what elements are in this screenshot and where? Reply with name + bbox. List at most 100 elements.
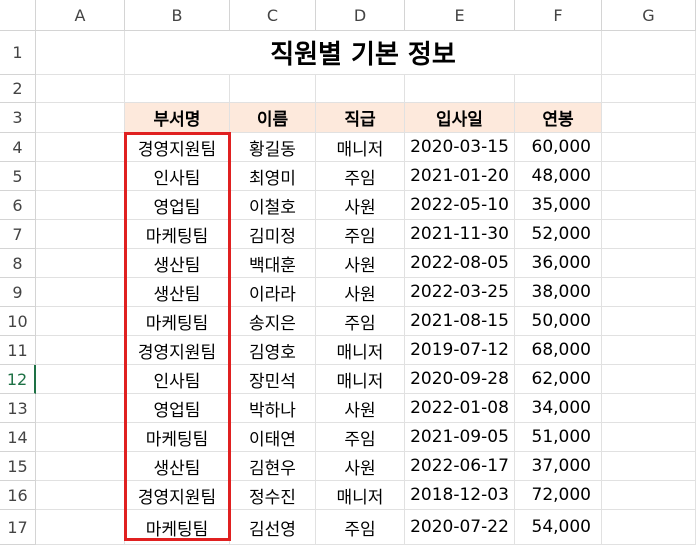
cell-g10[interactable]: [602, 307, 696, 336]
sheet-title[interactable]: 직원별 기본 정보: [125, 31, 602, 75]
table-cell[interactable]: 마케팅팀: [125, 307, 230, 336]
table-cell[interactable]: 54,000: [515, 510, 602, 545]
cell-a3[interactable]: [36, 103, 125, 133]
table-cell[interactable]: 36,000: [515, 249, 602, 278]
table-cell[interactable]: 김선영: [230, 510, 316, 545]
cell-row2-1[interactable]: [230, 75, 316, 103]
table-cell[interactable]: 2021-09-05: [405, 423, 515, 452]
table-cell[interactable]: 생산팀: [125, 249, 230, 278]
cell-a8[interactable]: [36, 249, 125, 278]
cell-row2-2[interactable]: [316, 75, 405, 103]
table-cell[interactable]: 2020-03-15: [405, 133, 515, 162]
row-header-1[interactable]: 1: [0, 31, 36, 75]
table-cell[interactable]: 마케팅팀: [125, 510, 230, 545]
table-cell[interactable]: 72,000: [515, 481, 602, 510]
cell-a17[interactable]: [36, 510, 125, 545]
row-header-8[interactable]: 8: [0, 249, 36, 278]
table-cell[interactable]: 송지은: [230, 307, 316, 336]
cell-g1[interactable]: [602, 31, 696, 75]
table-cell[interactable]: 이철호: [230, 191, 316, 220]
table-cell[interactable]: 62,000: [515, 365, 602, 394]
table-cell[interactable]: 50,000: [515, 307, 602, 336]
column-header-a[interactable]: A: [36, 0, 125, 31]
table-cell[interactable]: 매니저: [316, 336, 405, 365]
cell-g17[interactable]: [602, 510, 696, 545]
table-cell[interactable]: 2022-08-05: [405, 249, 515, 278]
table-cell[interactable]: 주임: [316, 423, 405, 452]
row-header-6[interactable]: 6: [0, 191, 36, 220]
table-cell[interactable]: 매니저: [316, 365, 405, 394]
table-cell[interactable]: 사원: [316, 452, 405, 481]
cell-g3[interactable]: [602, 103, 696, 133]
row-header-11[interactable]: 11: [0, 336, 36, 365]
table-cell[interactable]: 38,000: [515, 278, 602, 307]
cell-g6[interactable]: [602, 191, 696, 220]
cell-g4[interactable]: [602, 133, 696, 162]
table-cell[interactable]: 2021-01-20: [405, 162, 515, 191]
column-header-d[interactable]: D: [316, 0, 405, 31]
cell-g13[interactable]: [602, 394, 696, 423]
table-cell[interactable]: 60,000: [515, 133, 602, 162]
table-cell[interactable]: 2022-05-10: [405, 191, 515, 220]
table-cell[interactable]: 마케팅팀: [125, 423, 230, 452]
cell-a2[interactable]: [36, 75, 125, 103]
cell-a10[interactable]: [36, 307, 125, 336]
row-header-15[interactable]: 15: [0, 452, 36, 481]
table-cell[interactable]: 황길동: [230, 133, 316, 162]
table-cell[interactable]: 영업팀: [125, 394, 230, 423]
row-header-14[interactable]: 14: [0, 423, 36, 452]
table-cell[interactable]: 사원: [316, 394, 405, 423]
table-cell[interactable]: 2022-01-08: [405, 394, 515, 423]
cell-g5[interactable]: [602, 162, 696, 191]
table-cell[interactable]: 주임: [316, 220, 405, 249]
cell-a11[interactable]: [36, 336, 125, 365]
spreadsheet-grid[interactable]: A B C D E F G 1 2 3 4 5 6 7 8 9 10 11 12 13 14 15 16 17 직원별 기본 정…: [0, 0, 696, 545]
table-cell[interactable]: 정수진: [230, 481, 316, 510]
table-cell[interactable]: 주임: [316, 307, 405, 336]
row-header-12[interactable]: 12: [0, 365, 36, 394]
cell-g14[interactable]: [602, 423, 696, 452]
table-cell[interactable]: 2021-08-15: [405, 307, 515, 336]
table-cell[interactable]: 52,000: [515, 220, 602, 249]
cell-g12[interactable]: [602, 365, 696, 394]
table-cell[interactable]: 영업팀: [125, 191, 230, 220]
cell-a4[interactable]: [36, 133, 125, 162]
table-cell[interactable]: 생산팀: [125, 452, 230, 481]
select-all-corner[interactable]: [0, 0, 36, 31]
cell-a12[interactable]: [36, 365, 125, 394]
table-header-cell[interactable]: 이름: [230, 103, 316, 133]
column-header-b[interactable]: B: [125, 0, 230, 31]
table-cell[interactable]: 주임: [316, 162, 405, 191]
table-cell[interactable]: 매니저: [316, 481, 405, 510]
column-header-f[interactable]: F: [515, 0, 602, 31]
table-header-cell[interactable]: 부서명: [125, 103, 230, 133]
table-cell[interactable]: 68,000: [515, 336, 602, 365]
table-cell[interactable]: 2019-07-12: [405, 336, 515, 365]
table-cell[interactable]: 김영호: [230, 336, 316, 365]
cell-a16[interactable]: [36, 481, 125, 510]
table-cell[interactable]: 매니저: [316, 133, 405, 162]
cell-a13[interactable]: [36, 394, 125, 423]
table-cell[interactable]: 35,000: [515, 191, 602, 220]
column-header-g[interactable]: G: [602, 0, 696, 31]
table-cell[interactable]: 2020-09-28: [405, 365, 515, 394]
table-cell[interactable]: 이태연: [230, 423, 316, 452]
cell-a14[interactable]: [36, 423, 125, 452]
cell-row2-3[interactable]: [405, 75, 515, 103]
cell-g9[interactable]: [602, 278, 696, 307]
cell-a6[interactable]: [36, 191, 125, 220]
table-cell[interactable]: 2021-11-30: [405, 220, 515, 249]
table-header-cell[interactable]: 연봉: [515, 103, 602, 133]
table-cell[interactable]: 인사팀: [125, 162, 230, 191]
cell-g11[interactable]: [602, 336, 696, 365]
table-cell[interactable]: 주임: [316, 510, 405, 545]
table-cell[interactable]: 사원: [316, 278, 405, 307]
table-cell[interactable]: 48,000: [515, 162, 602, 191]
row-header-13[interactable]: 13: [0, 394, 36, 423]
column-header-c[interactable]: C: [230, 0, 316, 31]
row-header-2[interactable]: 2: [0, 75, 36, 103]
table-cell[interactable]: 2018-12-03: [405, 481, 515, 510]
row-header-9[interactable]: 9: [0, 278, 36, 307]
row-header-3[interactable]: 3: [0, 103, 36, 133]
row-header-16[interactable]: 16: [0, 481, 36, 510]
